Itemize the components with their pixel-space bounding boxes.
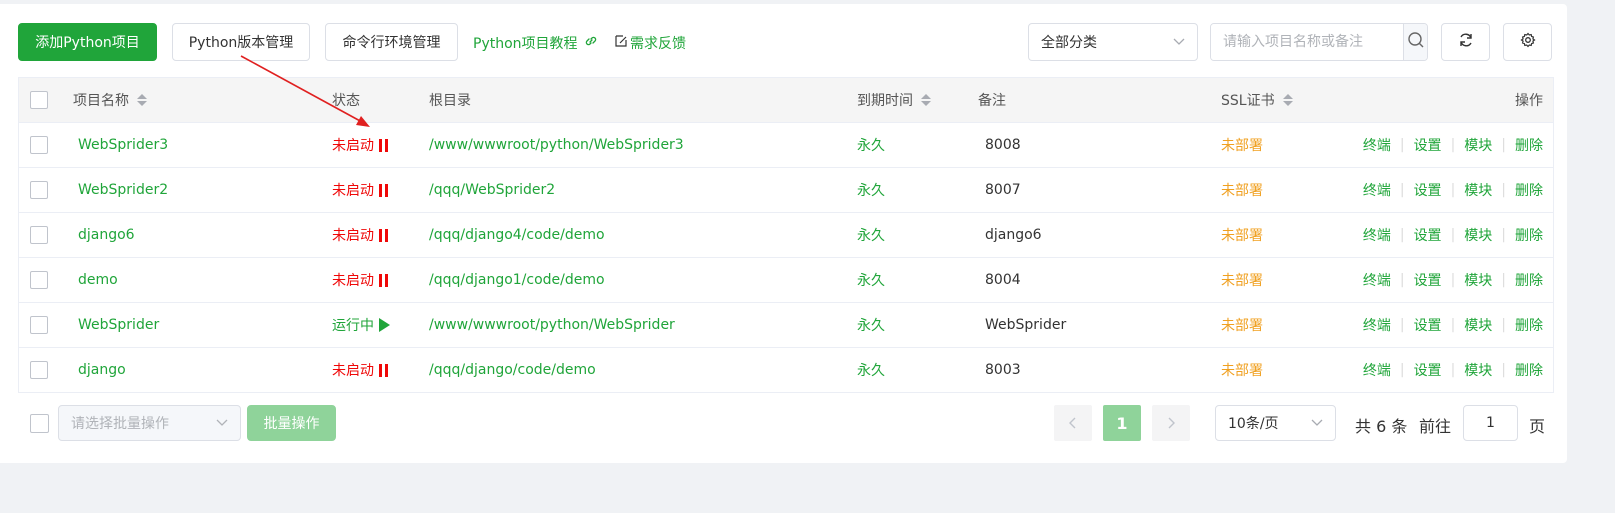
batch-placeholder: 请选择批量操作 [71, 416, 169, 432]
chevron-right-icon [1167, 414, 1175, 433]
page-number[interactable]: 1 [1103, 405, 1141, 441]
footer-select-checkbox[interactable] [30, 414, 49, 433]
goto-page-input[interactable] [1463, 405, 1518, 441]
batch-button[interactable]: 批量操作 [247, 405, 336, 441]
next-page-button[interactable] [1152, 405, 1190, 441]
page-size-select[interactable]: 10条/页 [1215, 405, 1336, 441]
page-size-value: 10条/页 [1228, 416, 1279, 432]
total-count: 共 6 条 [1355, 417, 1408, 436]
goto-label: 前往 [1419, 417, 1452, 436]
page-suffix: 页 [1529, 417, 1546, 436]
prev-page-button[interactable] [1054, 405, 1092, 441]
chevron-down-icon [1311, 415, 1323, 431]
chevron-down-icon [216, 415, 228, 431]
batch-select[interactable]: 请选择批量操作 [58, 405, 241, 441]
chevron-left-icon [1069, 414, 1077, 433]
